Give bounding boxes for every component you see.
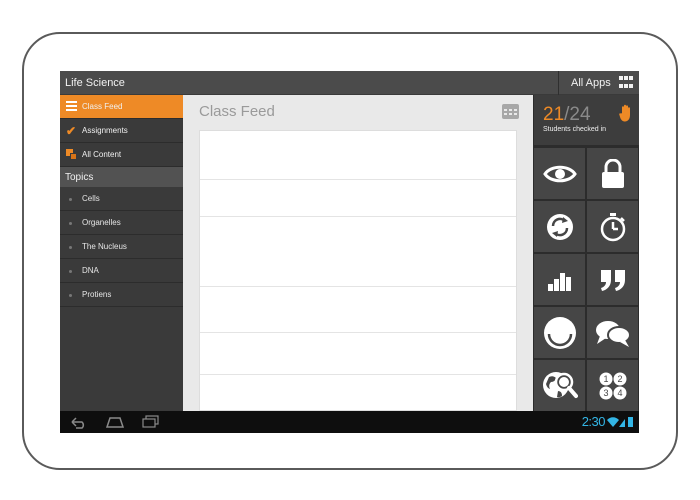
- bullet-icon: [69, 270, 72, 273]
- all-apps-label: All Apps: [571, 77, 611, 89]
- topic-label: DNA: [82, 266, 99, 275]
- smiley-icon: [543, 316, 576, 349]
- svg-text:3: 3: [603, 388, 608, 398]
- sidebar: Class Feed ✔ Assignments All Content Top…: [60, 95, 188, 411]
- action-bar: Life Science All Apps: [60, 71, 639, 95]
- sidebar-item-label: All Content: [82, 150, 122, 159]
- tool-lock-button[interactable]: [587, 148, 638, 199]
- stack-icon: [66, 149, 78, 161]
- system-bar: 2:30: [60, 411, 639, 433]
- refresh-icon: [546, 213, 573, 240]
- numbers-icon: 1 2 3 4: [599, 372, 626, 399]
- clock: 2:30: [581, 414, 606, 429]
- feed-row[interactable]: [200, 180, 516, 217]
- raised-hand-icon[interactable]: [619, 104, 633, 122]
- feed-row[interactable]: [200, 131, 516, 180]
- tablet-screen: Life Science All Apps Class Feed ✔ Assig…: [60, 71, 639, 433]
- sidebar-item-label: Class Feed: [82, 102, 123, 111]
- topic-label: Protiens: [82, 290, 112, 299]
- svg-text:2: 2: [617, 374, 622, 384]
- tool-feedback-button[interactable]: [534, 307, 585, 358]
- bullet-icon: [69, 294, 72, 297]
- tool-web-search-button[interactable]: [534, 360, 585, 411]
- total-count: 24: [569, 104, 591, 125]
- quote-icon: [600, 269, 625, 291]
- eye-icon: [542, 165, 577, 182]
- wifi-signal-battery-icon: [607, 417, 633, 427]
- topics-header: Topics: [60, 167, 183, 187]
- calendar-icon[interactable]: [502, 104, 519, 119]
- feed-row[interactable]: [200, 217, 516, 287]
- topic-label: The Nucleus: [82, 242, 127, 251]
- checkin-count: 21/24: [543, 104, 591, 126]
- tools-panel: 21/24 Students checked in 1 2 3 4: [533, 95, 639, 411]
- feed-row[interactable]: [200, 287, 516, 333]
- topic-item-protiens[interactable]: Protiens: [60, 283, 183, 307]
- app-grid-icon: [619, 76, 633, 90]
- checked-in-count: 21: [543, 104, 565, 125]
- lock-icon: [601, 158, 624, 188]
- tool-discussion-button[interactable]: [587, 307, 638, 358]
- topic-item-the-nucleus[interactable]: The Nucleus: [60, 235, 183, 259]
- all-apps-button[interactable]: All Apps: [558, 71, 639, 95]
- topic-label: Cells: [82, 194, 100, 203]
- checkin-summary: 21/24 Students checked in: [534, 95, 639, 145]
- topic-item-organelles[interactable]: Organelles: [60, 211, 183, 235]
- sidebar-item-class-feed[interactable]: Class Feed: [60, 95, 188, 119]
- tool-refresh-button[interactable]: [534, 201, 585, 252]
- chat-bubbles-icon: [595, 320, 631, 347]
- main-panel: Class Feed: [183, 95, 533, 411]
- topic-label: Organelles: [82, 218, 121, 227]
- menu-icon: [66, 101, 78, 113]
- bar-chart-icon: [547, 272, 571, 291]
- tool-numbers-button[interactable]: 1 2 3 4: [587, 360, 638, 411]
- tool-eye-button[interactable]: [534, 148, 585, 199]
- bullet-icon: [69, 246, 72, 249]
- sidebar-item-label: Assignments: [82, 126, 128, 135]
- checkmark-icon: ✔: [66, 124, 77, 138]
- topic-item-cells[interactable]: Cells: [60, 187, 183, 211]
- app-title: Life Science: [65, 77, 125, 89]
- stopwatch-icon: [600, 212, 625, 241]
- svg-text:1: 1: [603, 374, 608, 384]
- page-title: Class Feed: [199, 103, 275, 120]
- sidebar-item-all-content[interactable]: All Content: [60, 143, 183, 167]
- home-icon[interactable]: [105, 415, 125, 429]
- bullet-icon: [69, 222, 72, 225]
- globe-search-icon: [542, 371, 578, 398]
- class-feed-list[interactable]: [199, 130, 517, 411]
- tool-poll-button[interactable]: [534, 254, 585, 305]
- checkin-label: Students checked in: [543, 126, 607, 133]
- svg-text:4: 4: [617, 388, 622, 398]
- tool-stopwatch-button[interactable]: [587, 201, 638, 252]
- recent-apps-icon[interactable]: [142, 415, 160, 429]
- sidebar-item-assignments[interactable]: ✔ Assignments: [60, 119, 183, 143]
- bullet-icon: [69, 198, 72, 201]
- tool-quote-button[interactable]: [587, 254, 638, 305]
- back-icon[interactable]: [70, 415, 88, 429]
- topic-item-dna[interactable]: DNA: [60, 259, 183, 283]
- feed-row[interactable]: [200, 333, 516, 375]
